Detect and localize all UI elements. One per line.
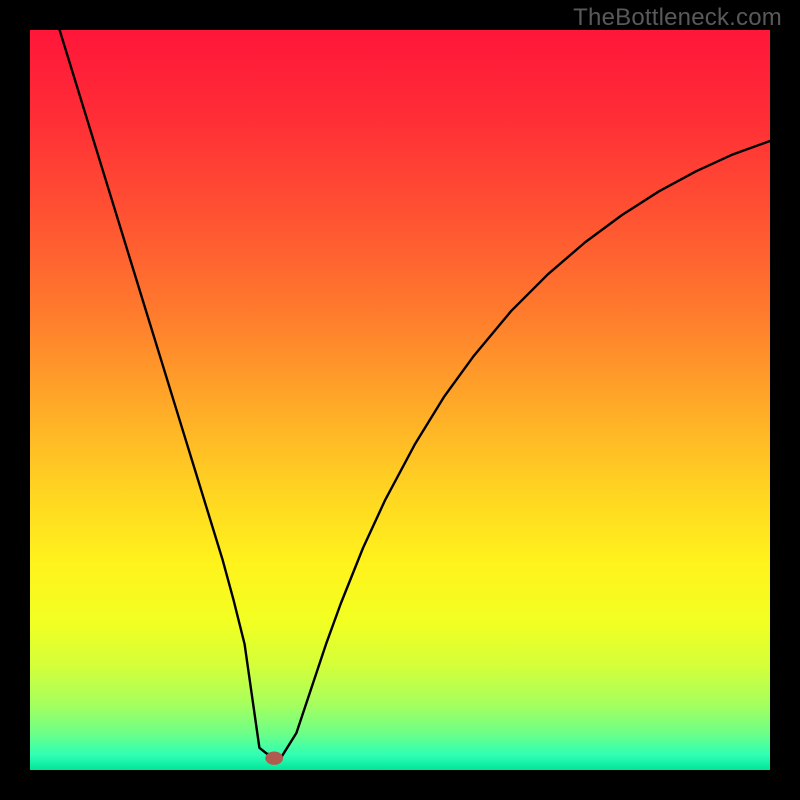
optimal-point-marker	[265, 752, 283, 765]
chart-frame: { "watermark": "TheBottleneck.com", "col…	[0, 0, 800, 800]
bottleneck-chart	[0, 0, 800, 800]
watermark-text: TheBottleneck.com	[573, 4, 782, 32]
plot-background	[30, 30, 770, 770]
